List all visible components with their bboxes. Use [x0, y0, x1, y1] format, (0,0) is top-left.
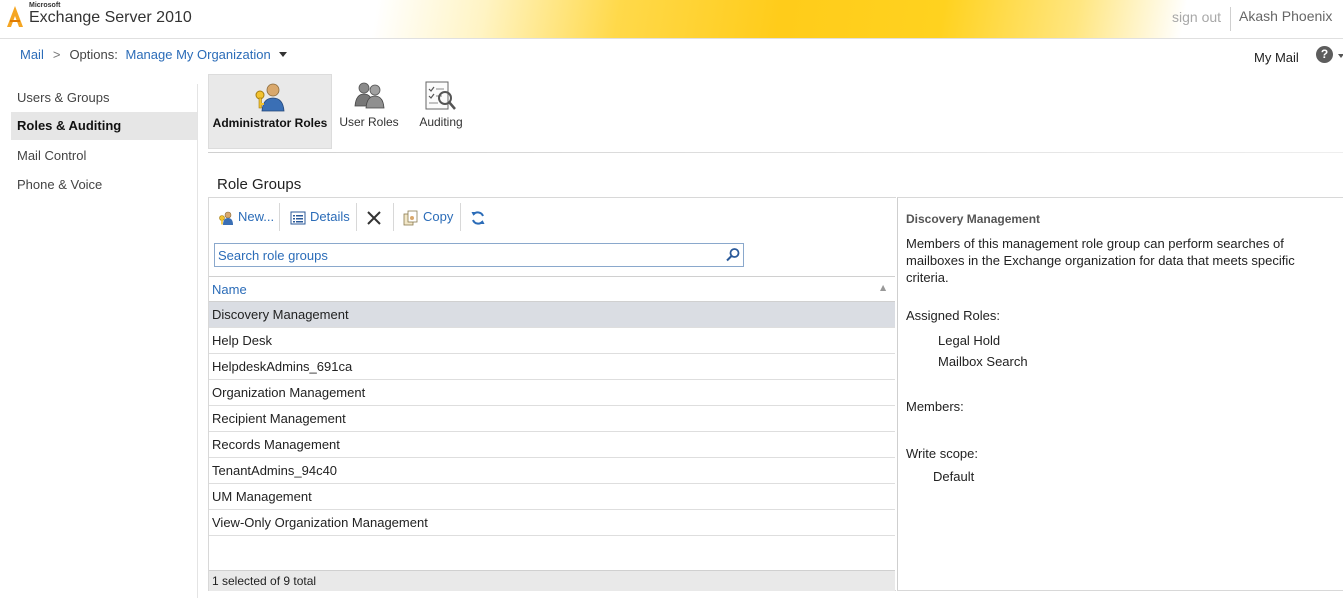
- table-row[interactable]: UM Management: [209, 484, 895, 510]
- search-input[interactable]: [215, 244, 720, 266]
- help-icon[interactable]: ?: [1316, 46, 1333, 63]
- chevron-down-icon[interactable]: [278, 52, 287, 57]
- table-row[interactable]: HelpdeskAdmins_691ca: [209, 354, 895, 380]
- tab-label: Auditing: [419, 115, 463, 129]
- row-name: HelpdeskAdmins_691ca: [212, 359, 353, 374]
- tab-administrator-roles[interactable]: Administrator Roles: [208, 74, 332, 149]
- row-name: Recipient Management: [212, 411, 346, 426]
- status-bar: 1 selected of 9 total: [209, 570, 895, 591]
- search-icon[interactable]: [725, 247, 741, 263]
- tab-user-roles[interactable]: User Roles: [336, 74, 402, 149]
- table-row[interactable]: Recipient Management: [209, 406, 895, 432]
- microsoft-label: Microsoft: [29, 2, 61, 9]
- table-row[interactable]: View-Only Organization Management: [209, 510, 895, 536]
- header-divider: [1230, 7, 1231, 31]
- product-name: Exchange Server 2010: [29, 9, 192, 26]
- tabs-divider: [208, 152, 1343, 153]
- breadcrumb: Mail > Options: Manage My Organization: [20, 47, 287, 65]
- toolbar: New... Details Copy: [209, 198, 896, 236]
- help-dropdown-icon[interactable]: [1338, 54, 1343, 58]
- row-name: View-Only Organization Management: [212, 515, 428, 530]
- nav-item-mail-control[interactable]: Mail Control: [11, 142, 197, 170]
- selection-count: 1 selected of 9 total: [212, 574, 317, 588]
- assigned-role: Legal Hold: [938, 333, 1001, 348]
- copy-button-label: Copy: [423, 209, 454, 224]
- details-icon: [290, 211, 306, 225]
- role-groups-panel: New... Details Copy Search role groups N…: [208, 197, 896, 591]
- copy-button[interactable]: Copy: [403, 206, 453, 228]
- search-box: [214, 243, 744, 267]
- refresh-button[interactable]: [470, 206, 490, 228]
- row-name: TenantAdmins_94c40: [212, 463, 338, 478]
- scope-dropdown[interactable]: Manage My Organization: [125, 47, 270, 62]
- refresh-icon: [471, 211, 485, 225]
- section-title: Role Groups: [217, 176, 302, 193]
- exchange-logo-icon: [7, 6, 23, 27]
- toolbar-separator: [356, 203, 357, 231]
- table-row[interactable]: Records Management: [209, 432, 895, 458]
- my-mail-link[interactable]: My Mail: [1254, 50, 1299, 65]
- table-row[interactable]: TenantAdmins_94c40: [209, 458, 895, 484]
- breadcrumb-mail-link[interactable]: Mail: [20, 47, 44, 62]
- table-row[interactable]: Organization Management: [209, 380, 895, 406]
- nav-item-roles-auditing[interactable]: Roles & Auditing: [11, 112, 197, 140]
- assigned-role: Mailbox Search: [938, 354, 1028, 369]
- sort-ascending-icon[interactable]: ▲: [880, 283, 886, 292]
- row-name: UM Management: [212, 489, 312, 504]
- nav-item-users-groups[interactable]: Users & Groups: [11, 84, 197, 112]
- toolbar-separator: [279, 203, 280, 231]
- user-name: Akash Phoenix: [1239, 8, 1333, 24]
- row-name: Records Management: [212, 437, 340, 452]
- new-icon: [219, 211, 233, 225]
- details-button-label: Details: [310, 209, 350, 224]
- new-button-label: New...: [238, 209, 275, 224]
- row-name: Organization Management: [212, 385, 366, 400]
- toolbar-separator: [460, 203, 461, 231]
- table-row[interactable]: Help Desk: [209, 328, 895, 354]
- copy-icon: [403, 210, 418, 225]
- user-roles-icon: [354, 82, 385, 109]
- top-banner: Microsoft Exchange Server 2010 sign out …: [0, 0, 1343, 39]
- tab-auditing[interactable]: Auditing: [410, 74, 472, 149]
- tab-label: User Roles: [339, 115, 399, 129]
- left-navigation: Users & Groups Roles & Auditing Mail Con…: [0, 84, 198, 598]
- breadcrumb-options-label: Options:: [69, 47, 118, 62]
- table-row[interactable]: Discovery Management: [209, 302, 895, 328]
- write-scope-label: Write scope:: [906, 446, 979, 461]
- delete-button[interactable]: [366, 206, 386, 228]
- delete-x-icon: [367, 210, 381, 225]
- admin-roles-icon: [255, 83, 285, 112]
- sign-out-link[interactable]: sign out: [1172, 9, 1221, 25]
- assigned-roles-label: Assigned Roles:: [906, 308, 1000, 323]
- role-groups-list: Discovery Management Help Desk HelpdeskA…: [209, 302, 895, 536]
- grid-header: Name ▲: [209, 276, 895, 302]
- tab-label: Administrator Roles: [212, 116, 328, 130]
- row-name: Discovery Management: [212, 307, 349, 322]
- column-header-name[interactable]: Name: [212, 282, 247, 297]
- row-name: Help Desk: [212, 333, 272, 348]
- new-button[interactable]: New...: [218, 206, 274, 228]
- detail-description: Members of this management role group ca…: [906, 236, 1295, 285]
- write-scope-value: Default: [933, 469, 975, 484]
- breadcrumb-separator: >: [52, 47, 61, 62]
- toolbar-separator: [393, 203, 394, 231]
- auditing-icon: [425, 81, 456, 110]
- details-button[interactable]: Details: [290, 206, 350, 228]
- detail-pane: Discovery Management Members of this man…: [897, 197, 1343, 591]
- detail-title: Discovery Management: [906, 212, 1041, 226]
- members-label: Members:: [906, 399, 964, 414]
- nav-item-phone-voice[interactable]: Phone & Voice: [11, 171, 197, 199]
